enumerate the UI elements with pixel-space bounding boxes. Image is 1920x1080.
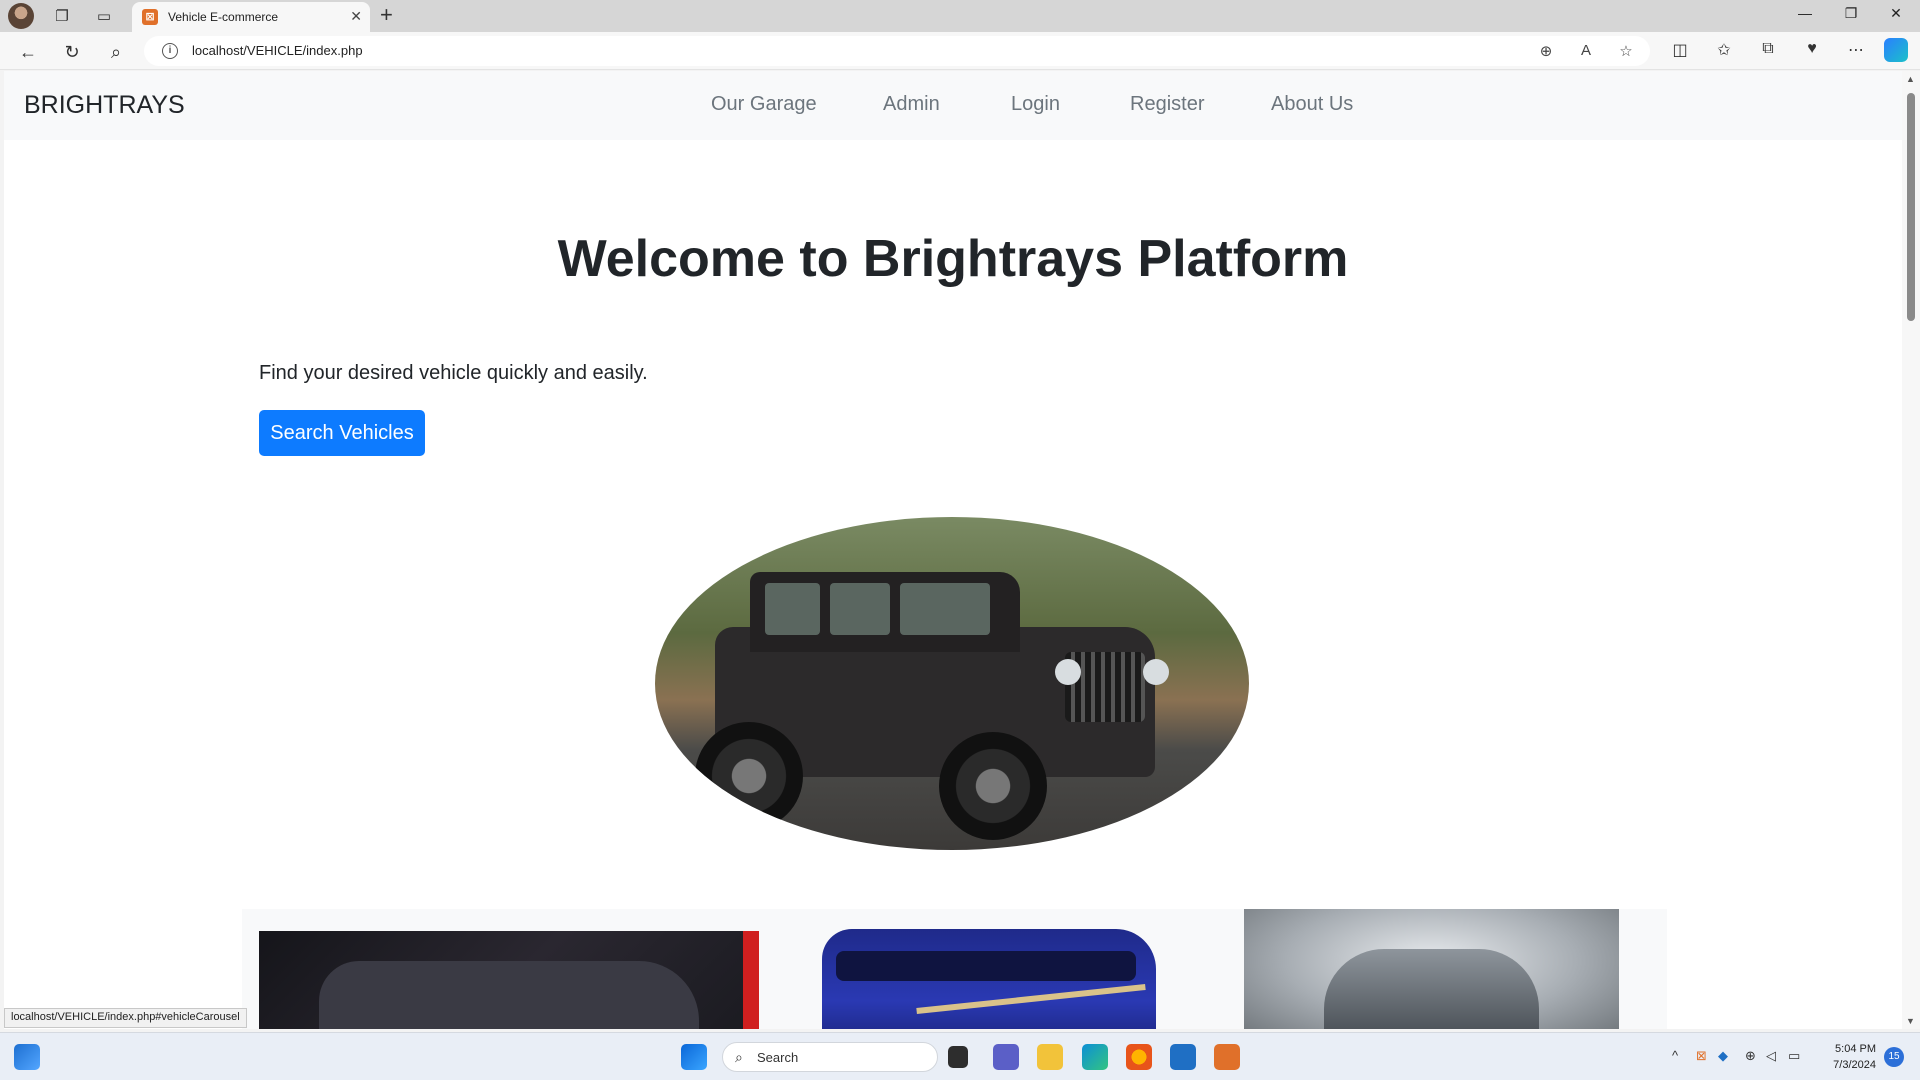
nav-about-us[interactable]: About Us: [1271, 93, 1353, 116]
nav-register[interactable]: Register: [1130, 93, 1204, 116]
settings-more-icon[interactable]: ⋯: [1844, 40, 1868, 60]
tab-actions-icon[interactable]: ▭: [92, 4, 116, 28]
search-icon[interactable]: ⌕: [104, 40, 128, 64]
suv-vehicle-image[interactable]: [259, 931, 759, 1029]
edge-browser-icon[interactable]: [1082, 1044, 1108, 1070]
minimize-icon[interactable]: —: [1790, 5, 1820, 21]
lead-text: Find your desired vehicle quickly and ea…: [259, 362, 648, 384]
restore-icon[interactable]: ❐: [1836, 5, 1866, 22]
back-icon[interactable]: ←: [16, 40, 40, 64]
zoom-icon[interactable]: ⊕: [1536, 42, 1556, 60]
nav-our-garage[interactable]: Our Garage: [711, 93, 817, 116]
taskbar-search-placeholder: Search: [757, 1050, 799, 1065]
scroll-down-icon[interactable]: ▼: [1906, 1016, 1915, 1026]
widgets-icon[interactable]: [14, 1044, 40, 1070]
browser-essentials-icon[interactable]: ♥: [1800, 40, 1824, 58]
browser-tabbar: ❐ ▭ ⊠ Vehicle E-commerce ✕ + — ❐ ✕: [0, 0, 1920, 32]
active-tab[interactable]: ⊠ Vehicle E-commerce ✕: [132, 2, 370, 32]
network-icon[interactable]: ⊕: [1745, 1048, 1756, 1064]
read-aloud-icon[interactable]: A: [1576, 42, 1596, 59]
battery-icon[interactable]: ▭: [1788, 1048, 1800, 1064]
address-bar[interactable]: i localhost/VEHICLE/index.php ⊕ A ☆: [144, 36, 1650, 66]
refresh-icon[interactable]: ↻: [60, 40, 84, 64]
clock-time: 5:04 PM: [1835, 1043, 1876, 1055]
tray-xampp-icon[interactable]: ⊠: [1696, 1048, 1707, 1064]
workspaces-icon[interactable]: ❐: [50, 4, 74, 28]
brand-logo[interactable]: BRIGHTRAYS: [24, 91, 185, 120]
nav-login[interactable]: Login: [1011, 93, 1060, 116]
xampp-icon[interactable]: [1214, 1044, 1240, 1070]
new-tab-icon[interactable]: +: [380, 2, 393, 28]
teams-chat-icon[interactable]: [993, 1044, 1019, 1070]
page-viewport: BRIGHTRAYS Our Garage Admin Login Regist…: [4, 71, 1902, 1029]
copilot-icon[interactable]: [1884, 38, 1908, 62]
favorites-icon[interactable]: ✩: [1712, 40, 1736, 60]
browser-toolbar: ← ↻ ⌕ i localhost/VEHICLE/index.php ⊕ A …: [0, 32, 1920, 70]
notification-badge[interactable]: 15: [1884, 1047, 1904, 1067]
scroll-up-icon[interactable]: ▲: [1906, 74, 1915, 84]
site-info-icon[interactable]: i: [162, 43, 178, 59]
file-explorer-icon[interactable]: [1037, 1044, 1063, 1070]
tab-title: Vehicle E-commerce: [168, 10, 279, 24]
split-screen-icon[interactable]: ◫: [1668, 40, 1692, 60]
firefox-icon[interactable]: [1126, 1044, 1152, 1070]
volume-icon[interactable]: ◁: [1766, 1048, 1776, 1064]
status-link-preview: localhost/VEHICLE/index.php#vehicleCarou…: [4, 1008, 247, 1028]
page-title: Welcome to Brightrays Platform: [557, 230, 1349, 288]
nav-admin[interactable]: Admin: [883, 93, 940, 116]
url-text[interactable]: localhost/VEHICLE/index.php: [192, 43, 363, 58]
favorite-star-icon[interactable]: ☆: [1616, 42, 1636, 60]
collections-icon[interactable]: ⧉: [1756, 40, 1780, 58]
task-view-icon[interactable]: [948, 1046, 968, 1068]
search-vehicles-button[interactable]: Search Vehicles: [259, 410, 425, 456]
close-window-icon[interactable]: ✕: [1881, 5, 1911, 22]
site-navbar: BRIGHTRAYS Our Garage Admin Login Regist…: [4, 71, 1902, 140]
microsoft-store-icon[interactable]: [1170, 1044, 1196, 1070]
windows-start-icon[interactable]: [681, 1044, 707, 1070]
taskbar-search-input[interactable]: ⌕ Search: [722, 1042, 938, 1072]
clock-date: 7/3/2024: [1833, 1059, 1876, 1071]
tray-overflow-icon[interactable]: ^: [1672, 1048, 1678, 1063]
taskbar-search-icon: ⌕: [735, 1049, 743, 1065]
tab-close-icon[interactable]: ✕: [350, 8, 362, 25]
page-scrollbar[interactable]: ▲ ▼: [1902, 71, 1920, 1029]
xampp-favicon-icon: ⊠: [142, 9, 158, 25]
scroll-thumb[interactable]: [1907, 93, 1915, 321]
profile-avatar-icon[interactable]: [8, 3, 34, 29]
hero-jeep-image: [655, 517, 1249, 850]
windows-taskbar: ⌕ Search ^ ⊠ ◆ ⊕ ◁ ▭ 5:04 PM 7/3/2024 15: [0, 1032, 1920, 1080]
taskbar-clock[interactable]: 5:04 PM 7/3/2024: [1820, 1041, 1876, 1073]
sports-car-vehicle-image[interactable]: [1244, 909, 1619, 1029]
bus-vehicle-image[interactable]: [816, 921, 1156, 1029]
tray-security-icon[interactable]: ◆: [1718, 1048, 1728, 1064]
